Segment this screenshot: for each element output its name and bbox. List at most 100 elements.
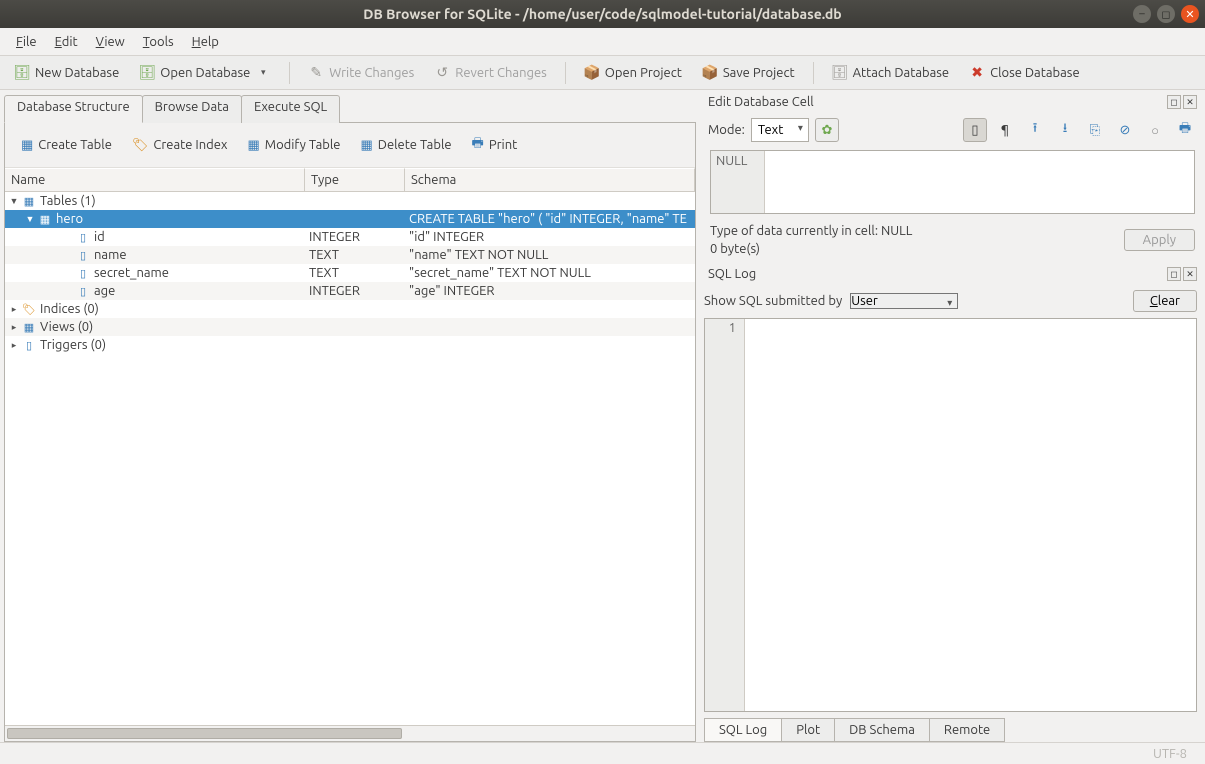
null-button[interactable]: ⊘ [1113, 118, 1137, 142]
menu-edit[interactable]: Edit [47, 32, 86, 52]
bottom-tab-remote[interactable]: Remote [929, 718, 1005, 742]
tree-column[interactable]: ▯secret_name TEXT "secret_name" TEXT NOT… [5, 264, 695, 282]
apply-button[interactable]: Apply [1124, 229, 1195, 251]
bottom-tab-sqllog[interactable]: SQL Log [704, 718, 782, 742]
binary-button[interactable]: ○ [1143, 118, 1167, 142]
expander-icon[interactable]: ▸ [7, 304, 21, 315]
rtl-button[interactable]: ¶ [993, 118, 1017, 142]
bottom-tab-plot[interactable]: Plot [781, 718, 835, 742]
show-sql-label: Show SQL submitted by [704, 294, 842, 308]
main-tabbar: Database Structure Browse Data Execute S… [4, 94, 696, 122]
mode-label: Mode: [708, 123, 745, 137]
text-view-button[interactable]: ▯ [963, 118, 987, 142]
sqllog-header: SQL Log ◻ ✕ [704, 264, 1201, 284]
cell-info-text: Type of data currently in cell: NULL 0 b… [710, 222, 912, 258]
import-icon: ⭳ [1063, 119, 1068, 141]
panel-undock-button[interactable]: ◻ [1167, 95, 1181, 109]
tree-indices-group[interactable]: ▸🏷Indices (0) [5, 300, 695, 318]
tab-database-structure[interactable]: Database Structure [4, 95, 143, 123]
delete-table-button[interactable]: ▦Delete Table [354, 135, 457, 156]
table-create-icon: ▦ [21, 138, 33, 153]
print-icon: 🖶 [1179, 119, 1191, 141]
null-icon: ⊘ [1120, 123, 1131, 138]
window-controls: – ◻ ✕ [1133, 5, 1199, 23]
import-button[interactable]: ⭳ [1053, 118, 1077, 142]
create-table-button[interactable]: ▦Create Table [15, 135, 118, 156]
sqllog-gutter: 1 [705, 319, 745, 711]
create-index-button[interactable]: 🏷Create Index [126, 135, 234, 156]
print-button[interactable]: 🖶Print [466, 131, 524, 159]
close-database-button[interactable]: ✖Close Database [961, 61, 1088, 85]
table-icon: ▦ [37, 212, 53, 226]
tree-table-hero[interactable]: ▼▦hero CREATE TABLE "hero" ( "id" INTEGE… [5, 210, 695, 228]
table-delete-icon: ▦ [360, 138, 372, 153]
window-title: DB Browser for SQLite - /home/user/code/… [363, 6, 841, 22]
database-new-icon: 🗄 [14, 65, 30, 81]
tree-views-group[interactable]: ▸▦Views (0) [5, 318, 695, 336]
expander-icon[interactable]: ▼ [23, 214, 37, 224]
print-cell-button[interactable]: 🖶 [1173, 118, 1197, 142]
maximize-button[interactable]: ◻ [1157, 5, 1175, 23]
column-icon: ▯ [75, 230, 91, 244]
expander-icon[interactable]: ▸ [7, 322, 21, 333]
attach-database-button[interactable]: 🗄Attach Database [824, 61, 958, 85]
h-scrollbar[interactable] [5, 725, 695, 741]
sqllog-editor: 1 [704, 318, 1197, 712]
bottom-tab-dbschema[interactable]: DB Schema [834, 718, 930, 742]
submitted-by-select[interactable]: User [850, 293, 958, 309]
tab-browse-data[interactable]: Browse Data [142, 95, 242, 123]
chevron-down-icon: ▾ [255, 65, 271, 81]
index-group-icon: 🏷 [21, 302, 37, 316]
print-icon: 🖶 [472, 134, 484, 156]
tree-column[interactable]: ▯age INTEGER "age" INTEGER [5, 282, 695, 300]
cell-textarea[interactable] [765, 151, 1194, 213]
header-schema[interactable]: Schema [405, 168, 695, 191]
scrollbar-thumb[interactable] [7, 728, 402, 739]
panel-close-button[interactable]: ✕ [1183, 267, 1197, 281]
toolbar-separator [813, 62, 814, 84]
toolbar-separator [289, 62, 290, 84]
panel-undock-button[interactable]: ◻ [1167, 267, 1181, 281]
sqllog-textarea[interactable] [745, 319, 1196, 711]
panel-close-button[interactable]: ✕ [1183, 95, 1197, 109]
rtl-icon: ¶ [1001, 123, 1009, 137]
close-icon: ✖ [969, 65, 985, 81]
toolbar-separator [565, 62, 566, 84]
export-button[interactable]: ⭱ [1023, 118, 1047, 142]
menu-file[interactable]: File [8, 32, 45, 52]
menu-view[interactable]: View [88, 32, 133, 52]
save-project-button[interactable]: 📦Save Project [694, 61, 803, 85]
tree-triggers-group[interactable]: ▸▯Triggers (0) [5, 336, 695, 354]
menu-help[interactable]: Help [184, 32, 227, 52]
header-type[interactable]: Type [305, 168, 405, 191]
close-window-button[interactable]: ✕ [1181, 5, 1199, 23]
menu-tools[interactable]: Tools [135, 32, 182, 52]
clear-button[interactable]: Clear [1133, 290, 1197, 312]
expander-icon[interactable]: ▼ [7, 196, 21, 206]
expander-icon[interactable]: ▸ [7, 340, 21, 351]
trigger-group-icon: ▯ [21, 338, 37, 352]
edit-cell-title: Edit Database Cell [708, 95, 814, 109]
tree-tables-group[interactable]: ▼▦Tables (1) [5, 192, 695, 210]
view-group-icon: ▦ [21, 320, 37, 334]
structure-tree[interactable]: ▼▦Tables (1) ▼▦hero CREATE TABLE "hero" … [5, 192, 695, 725]
tab-execute-sql[interactable]: Execute SQL [241, 95, 340, 123]
tree-column[interactable]: ▯name TEXT "name" TEXT NOT NULL [5, 246, 695, 264]
open-database-button[interactable]: 🗄Open Database▾ [131, 61, 279, 85]
write-changes-button: ✎Write Changes [300, 61, 422, 85]
copy-button[interactable]: ⎘ [1083, 118, 1107, 142]
open-project-button[interactable]: 📦Open Project [576, 61, 690, 85]
binary-icon: ○ [1151, 123, 1159, 138]
auto-format-button[interactable]: ✿ [815, 118, 839, 142]
new-database-button[interactable]: 🗄New Database [6, 61, 127, 85]
column-icon: ▯ [75, 266, 91, 280]
minimize-button[interactable]: – [1133, 5, 1151, 23]
cell-gutter: NULL [711, 151, 765, 213]
header-name[interactable]: Name [5, 168, 305, 191]
revert-changes-button: ↺Revert Changes [426, 61, 555, 85]
attach-icon: 🗄 [832, 65, 848, 81]
mode-select[interactable]: Text [751, 118, 809, 142]
modify-table-button[interactable]: ▦Modify Table [241, 135, 346, 156]
tree-column[interactable]: ▯id INTEGER "id" INTEGER [5, 228, 695, 246]
sqllog-title: SQL Log [708, 267, 756, 281]
